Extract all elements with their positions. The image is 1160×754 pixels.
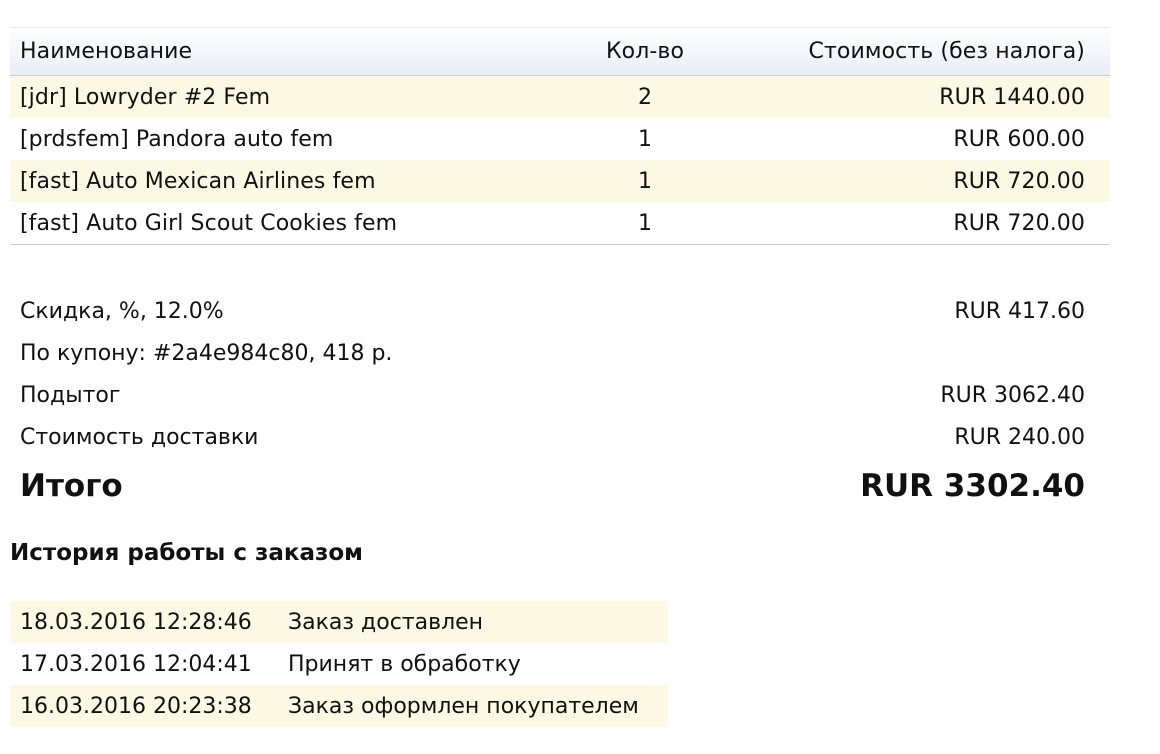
order-summary: Скидка, %, 12.0% RUR 417.60 По купону: #… — [10, 290, 1110, 514]
coupon-label: По купону: #2a4e984c80, 418 р. — [20, 340, 393, 366]
coupon-row: По купону: #2a4e984c80, 418 р. — [10, 332, 1110, 374]
column-header-name: Наименование — [20, 39, 193, 64]
order-items-table: Наименование Кол-во Стоимость (без налог… — [10, 28, 1110, 245]
history-status: Принят в обработку — [288, 651, 521, 677]
total-row: Итого RUR 3302.40 — [10, 458, 1110, 514]
subtotal-row: Подытог RUR 3062.40 — [10, 374, 1110, 416]
discount-value: RUR 417.60 — [954, 298, 1085, 324]
item-qty: 2 — [637, 84, 653, 110]
history-date: 18.03.2016 12:28:46 — [20, 609, 252, 635]
history-entry: 18.03.2016 12:28:46 Заказ доставлен — [10, 601, 668, 643]
history-date: 16.03.2016 20:23:38 — [20, 693, 252, 719]
column-header-qty: Кол-во — [605, 39, 685, 64]
order-history-list: 18.03.2016 12:28:46 Заказ доставлен 17.0… — [10, 601, 668, 727]
shipping-row: Стоимость доставки RUR 240.00 — [10, 416, 1110, 458]
history-entry: 17.03.2016 12:04:41 Принят в обработку — [10, 643, 668, 685]
total-label: Итого — [20, 468, 123, 504]
item-name: [prdsfem] Pandora auto fem — [20, 126, 334, 152]
table-row: [fast] Auto Girl Scout Cookies fem 1 RUR… — [10, 202, 1110, 244]
total-value: RUR 3302.40 — [860, 468, 1085, 504]
subtotal-value: RUR 3062.40 — [940, 382, 1085, 408]
column-header-cost: Стоимость (без налога) — [808, 39, 1085, 64]
item-qty: 1 — [637, 126, 653, 152]
discount-label: Скидка, %, 12.0% — [20, 298, 224, 324]
item-cost: RUR 720.00 — [953, 168, 1085, 194]
item-name: [fast] Auto Girl Scout Cookies fem — [20, 210, 398, 236]
table-bottom-divider — [10, 244, 1110, 245]
order-page: Наименование Кол-во Стоимость (без налог… — [0, 0, 1160, 754]
table-row: [fast] Auto Mexican Airlines fem 1 RUR 7… — [10, 160, 1110, 202]
table-row: [prdsfem] Pandora auto fem 1 RUR 600.00 — [10, 118, 1110, 160]
discount-row: Скидка, %, 12.0% RUR 417.60 — [10, 290, 1110, 332]
history-status: Заказ оформлен покупателем — [288, 693, 639, 719]
table-row: [jdr] Lowryder #2 Fem 2 RUR 1440.00 — [10, 76, 1110, 118]
item-cost: RUR 600.00 — [953, 126, 1085, 152]
history-entry: 16.03.2016 20:23:38 Заказ оформлен покуп… — [10, 685, 668, 727]
history-title: История работы с заказом — [10, 540, 363, 566]
item-cost: RUR 1440.00 — [939, 84, 1085, 110]
history-date: 17.03.2016 12:04:41 — [20, 651, 252, 677]
item-name: [jdr] Lowryder #2 Fem — [20, 84, 271, 110]
table-header: Наименование Кол-во Стоимость (без налог… — [10, 28, 1110, 76]
subtotal-label: Подытог — [20, 382, 121, 408]
shipping-label: Стоимость доставки — [20, 424, 259, 450]
item-cost: RUR 720.00 — [953, 210, 1085, 236]
item-qty: 1 — [637, 210, 653, 236]
item-name: [fast] Auto Mexican Airlines fem — [20, 168, 376, 194]
shipping-value: RUR 240.00 — [954, 424, 1085, 450]
history-status: Заказ доставлен — [288, 609, 484, 635]
item-qty: 1 — [637, 168, 653, 194]
